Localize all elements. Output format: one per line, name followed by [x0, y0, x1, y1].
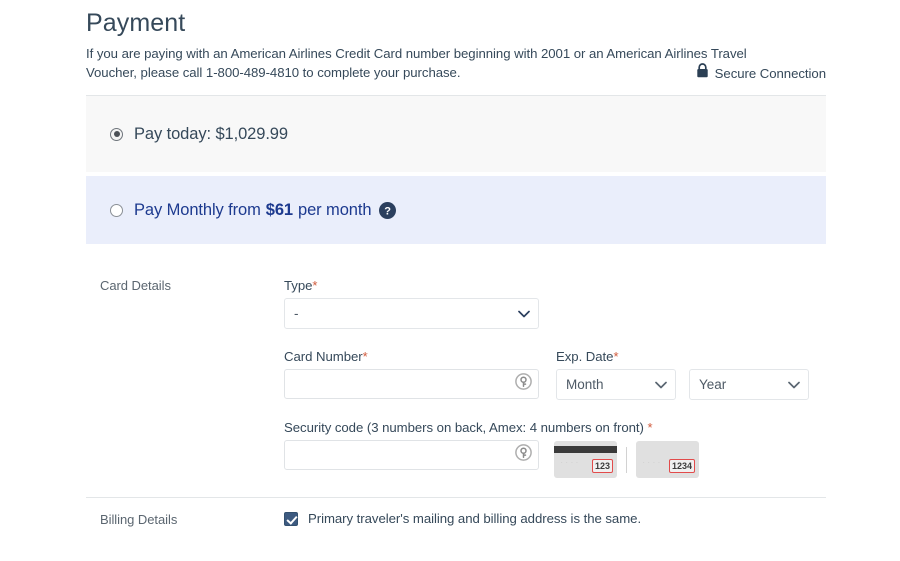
magnetic-stripe — [554, 446, 617, 453]
help-circle-icon[interactable]: ? — [379, 201, 397, 219]
payment-header: Payment If you are paying with an Americ… — [86, 8, 826, 82]
card-back-cvv-image: · · · · 123 — [554, 441, 617, 478]
intro-row: If you are paying with an American Airli… — [86, 44, 826, 82]
secure-connection-label: Secure Connection — [714, 65, 826, 81]
same-address-label: Primary traveler's mailing and billing a… — [308, 511, 642, 526]
type-required-mark: * — [312, 278, 318, 293]
thumb-separator — [626, 446, 627, 473]
exp-date-label-text: Exp. Date — [556, 349, 614, 364]
exp-year-wrap: Year — [689, 369, 809, 400]
card-number-input-wrap[interactable] — [284, 369, 539, 399]
pay-today-radio-row[interactable]: Pay today: $1,029.99 — [86, 125, 288, 144]
pay-monthly-radio-row[interactable]: Pay Monthly from $61 per month ? — [86, 200, 397, 220]
cvv-back-value: 123 — [591, 459, 613, 473]
payment-intro-text: If you are paying with an American Airli… — [86, 46, 747, 80]
exp-year-select[interactable]: Year — [689, 369, 809, 400]
exp-date-selects: Month Year — [556, 369, 809, 400]
security-code-label-text: Security code (3 numbers on back, Amex: … — [284, 420, 644, 435]
pay-monthly-amount: $61 — [265, 200, 294, 219]
billing-divider — [86, 497, 826, 498]
password-manager-icon[interactable] — [515, 373, 532, 395]
card-type-select[interactable]: - — [284, 298, 539, 329]
type-field-group: Type* - — [284, 278, 539, 329]
payment-page: Payment If you are paying with an Americ… — [0, 0, 900, 561]
card-number-label-text: Card Number — [284, 349, 363, 364]
pay-today-label: Pay today: $1,029.99 — [134, 124, 288, 143]
card-number-input[interactable] — [285, 370, 538, 398]
exp-month-wrap: Month — [556, 369, 676, 400]
billing-same-address-row[interactable]: Primary traveler's mailing and billing a… — [284, 511, 641, 526]
card-details-section-label: Card Details — [100, 278, 171, 293]
pay-monthly-prefix: Pay Monthly from — [134, 200, 261, 219]
pay-monthly-option[interactable]: Pay Monthly from $61 per month ? — [86, 176, 826, 244]
lock-icon — [696, 63, 709, 83]
page-title: Payment — [86, 9, 186, 37]
cvv-amex-value: 1234 — [668, 459, 695, 473]
exp-date-field-group: Exp. Date* Month Year — [556, 349, 809, 400]
exp-date-label: Exp. Date* — [556, 349, 809, 364]
security-code-input-wrap[interactable] — [284, 440, 539, 470]
type-label: Type* — [284, 278, 539, 293]
same-address-checkbox[interactable] — [284, 511, 298, 526]
exp-month-select[interactable]: Month — [556, 369, 676, 400]
card-number-field-group: Card Number* — [284, 349, 539, 399]
pay-today-option[interactable]: Pay today: $1,029.99 — [86, 96, 826, 172]
pay-monthly-radio[interactable] — [110, 203, 123, 217]
pay-today-radio[interactable] — [110, 127, 123, 141]
secure-connection-indicator: Secure Connection — [696, 63, 826, 83]
svg-text:?: ? — [385, 205, 392, 217]
card-front-lines: · · · · — [643, 460, 661, 466]
security-code-required-mark: * — [647, 420, 653, 435]
security-code-label: Security code (3 numbers on back, Amex: … — [284, 420, 653, 435]
card-back-lines: · · · · — [561, 460, 579, 466]
card-number-label: Card Number* — [284, 349, 539, 364]
card-front-amex-cvv-image: · · · · 1234 — [636, 441, 699, 478]
cvv-illustrations: · · · · 123 · · · · 1234 — [554, 441, 699, 478]
pay-monthly-suffix: per month — [298, 200, 372, 219]
password-manager-icon[interactable] — [515, 444, 532, 466]
billing-details-section-label: Billing Details — [100, 512, 178, 527]
pay-monthly-label: Pay Monthly from $61 per month ? — [134, 200, 397, 220]
card-number-required-mark: * — [362, 349, 368, 364]
exp-date-required-mark: * — [613, 349, 619, 364]
type-label-text: Type — [284, 278, 313, 293]
type-select-wrap: - — [284, 298, 539, 329]
security-code-input[interactable] — [285, 441, 538, 469]
